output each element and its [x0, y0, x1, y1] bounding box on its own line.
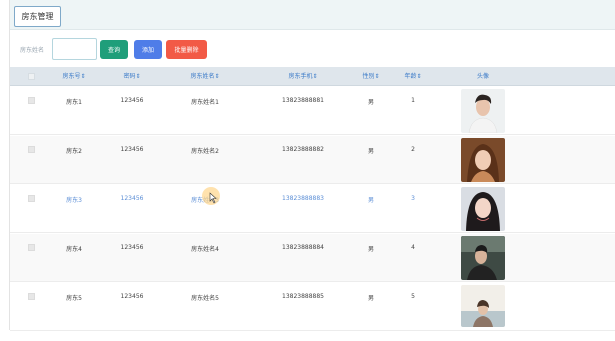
table-row[interactable]: 房东4 123456 房东姓名4 13823888884 男 4 [10, 234, 615, 282]
column-header-name[interactable]: 房东姓名⇕ [180, 67, 230, 86]
column-header-password[interactable]: 密码⇕ [114, 67, 150, 86]
cell-id: 房东2 [66, 148, 82, 155]
main-frame: 房东管理 房东姓名 查询 添加 批量删除 房东号⇕ 密码⇕ 房东姓名⇕ 房东手机… [9, 0, 615, 331]
search-input[interactable] [52, 38, 97, 60]
avatar-image [461, 187, 505, 231]
cell-id: 房东5 [66, 295, 82, 302]
cell-id: 房东3 [66, 197, 82, 204]
table-row[interactable]: 房东2 123456 房东姓名2 13823888882 男 2 [10, 136, 615, 184]
tab-landlord-management[interactable]: 房东管理 [14, 6, 61, 27]
cell-password: 123456 [120, 146, 144, 153]
search-label: 房东姓名 [20, 47, 45, 54]
cell-phone: 13823888884 [282, 244, 324, 251]
column-header-age[interactable]: 年龄⇕ [400, 67, 426, 86]
cell-gender: 男 [367, 197, 374, 204]
cell-name: 房东姓名1 [191, 99, 219, 106]
cell-phone: 13823888883 [282, 195, 324, 202]
query-button[interactable]: 查询 [100, 40, 128, 59]
column-header-avatar: 头像 [476, 73, 489, 80]
cell-phone: 13823888881 [282, 97, 324, 104]
cell-name: 房东姓名2 [191, 148, 219, 155]
cell-password: 123456 [120, 293, 144, 300]
cell-gender: 男 [367, 246, 374, 253]
avatar-image [461, 89, 505, 133]
cell-phone: 13823888885 [282, 293, 324, 300]
cell-gender: 男 [367, 148, 374, 155]
cell-password: 123456 [120, 244, 144, 251]
table-header: 房东号⇕ 密码⇕ 房东姓名⇕ 房东手机⇕ 性别⇕ 年龄⇕ 头像 [10, 67, 615, 86]
cell-age: 3 [411, 195, 415, 202]
cell-age: 4 [411, 244, 415, 251]
cell-password: 123456 [120, 195, 144, 202]
table-row[interactable]: 房东1 123456 房东姓名1 13823888881 男 1 [10, 87, 615, 135]
cell-gender: 男 [367, 295, 374, 302]
avatar-image [461, 236, 505, 280]
add-button[interactable]: 添加 [134, 40, 162, 59]
tab-strip: 房东管理 [10, 0, 615, 30]
row-checkbox[interactable] [28, 195, 35, 202]
column-header-gender[interactable]: 性别⇕ [358, 67, 384, 86]
cell-password: 123456 [120, 97, 144, 104]
cell-age: 1 [411, 97, 415, 104]
avatar-image [461, 138, 505, 182]
cell-phone: 13823888882 [282, 146, 324, 153]
column-header-phone[interactable]: 房东手机⇕ [275, 67, 331, 86]
cell-name: 房东姓名4 [191, 246, 219, 253]
column-header-id[interactable]: 房东号⇕ [54, 67, 94, 86]
avatar-image [461, 285, 505, 327]
batch-delete-button[interactable]: 批量删除 [166, 40, 207, 59]
cell-id: 房东4 [66, 246, 82, 253]
cell-gender: 男 [367, 99, 374, 106]
table-row[interactable]: 房东5 123456 房东姓名5 13823888885 男 5 [10, 283, 615, 331]
row-checkbox[interactable] [28, 97, 35, 104]
pointer-cursor-icon [209, 192, 217, 204]
cell-id: 房东1 [66, 99, 82, 106]
row-checkbox[interactable] [28, 244, 35, 251]
table-row[interactable]: 房东3 123456 房东姓名3 13823888883 男 3 [10, 185, 615, 233]
row-checkbox[interactable] [28, 146, 35, 153]
cell-age: 2 [411, 146, 415, 153]
search-row: 房东姓名 查询 添加 批量删除 [10, 38, 615, 62]
cell-name: 房东姓名5 [191, 295, 219, 302]
cell-age: 5 [411, 293, 415, 300]
select-all-checkbox[interactable] [28, 73, 35, 80]
row-checkbox[interactable] [28, 293, 35, 300]
